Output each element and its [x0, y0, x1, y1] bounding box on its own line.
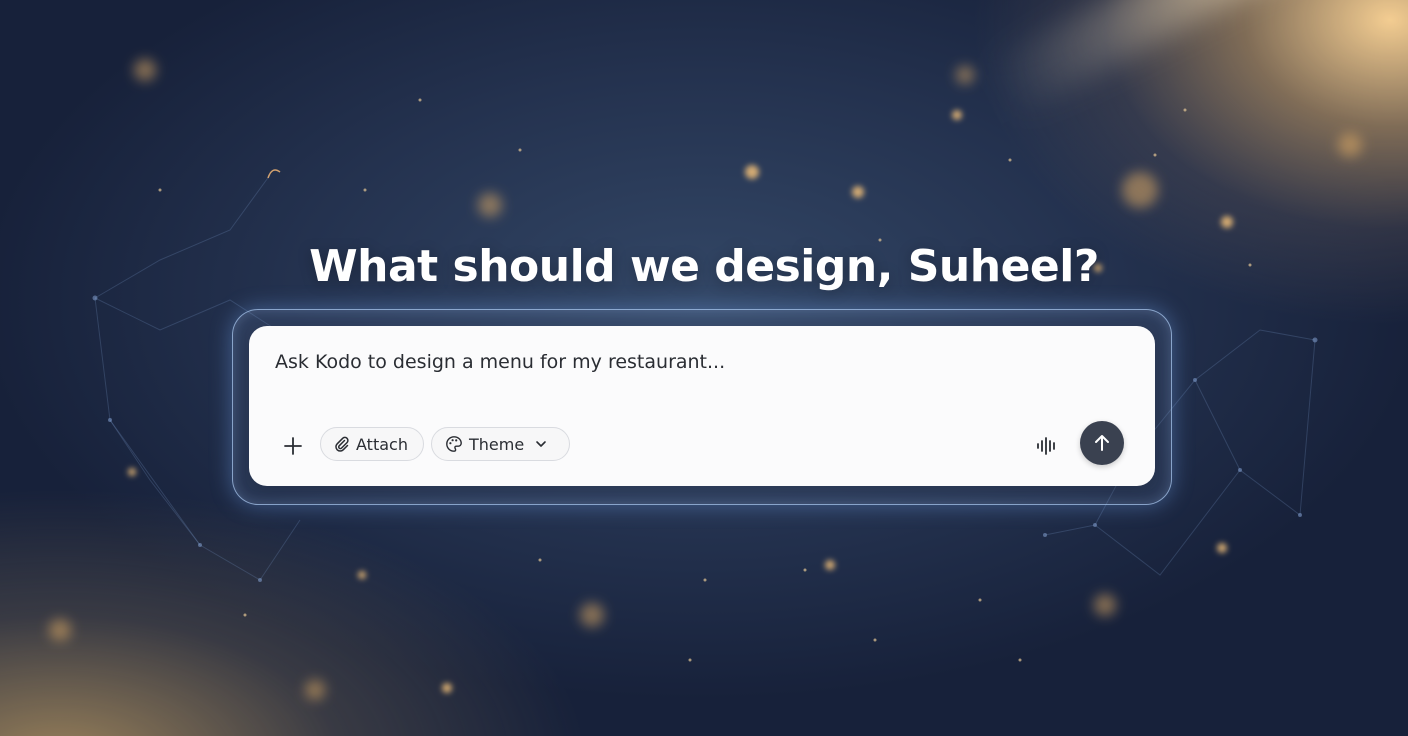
page-title: What should we design, Suheel? — [309, 241, 1099, 293]
chevron-down-icon — [536, 441, 546, 447]
prompt-input[interactable] — [275, 346, 1125, 378]
composer-toolbar: Attach Theme — [269, 421, 1125, 466]
prompt-composer: Attach Theme — [249, 326, 1155, 486]
send-button[interactable] — [1080, 421, 1124, 465]
waveform-icon — [1037, 437, 1055, 455]
theme-label: Theme — [469, 434, 525, 454]
theme-dropdown[interactable]: Theme — [431, 427, 570, 461]
attach-label: Attach — [356, 434, 408, 454]
paperclip-icon — [335, 436, 349, 452]
add-button[interactable] — [279, 432, 307, 460]
voice-input-button[interactable] — [1033, 432, 1061, 460]
palette-icon — [446, 436, 462, 452]
arrow-up-icon — [1095, 435, 1109, 451]
attach-button[interactable]: Attach — [320, 427, 424, 461]
plus-icon — [284, 437, 302, 455]
